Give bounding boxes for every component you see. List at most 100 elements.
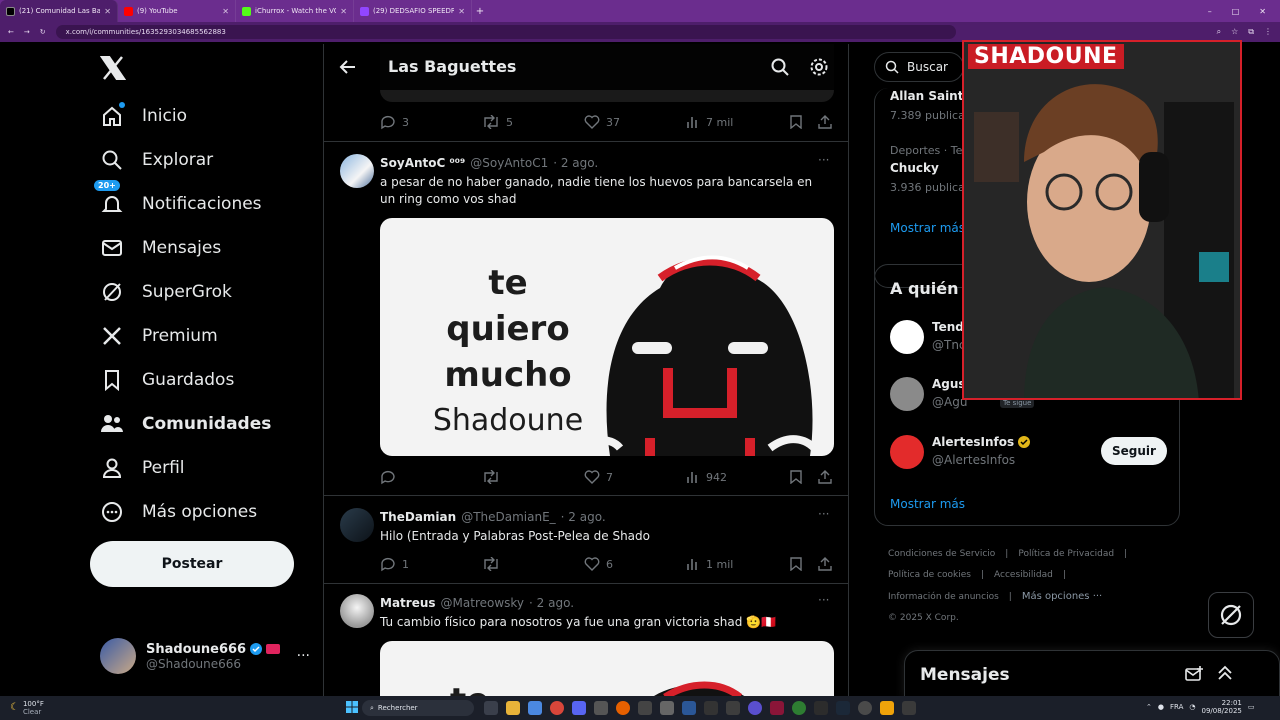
chrome-icon[interactable] [550,701,564,715]
views-button[interactable]: 942 [686,470,790,484]
author-name[interactable]: Matreus [380,596,436,610]
app-icon[interactable] [528,701,542,715]
app-icon[interactable] [814,701,828,715]
share-button[interactable] [818,115,832,129]
forward-nav-icon[interactable]: → [24,28,30,36]
back-nav-icon[interactable]: ← [8,28,14,36]
close-window-icon[interactable]: ✕ [1259,7,1266,16]
footer-link[interactable]: Condiciones de Servicio [888,549,995,559]
footer-link[interactable]: Política de cookies [888,570,971,580]
expand-up-icon[interactable] [1217,665,1233,681]
app-icon[interactable] [858,701,872,715]
sidebar-item-inicio[interactable]: Inicio [100,102,187,128]
author-name[interactable]: SoyAntoC ⁰⁰⁹ [380,156,465,170]
show-more-link[interactable]: Mostrar más [890,497,965,511]
close-tab-icon[interactable]: ✕ [458,7,465,16]
notifications-icon[interactable]: ▭ [1248,703,1255,711]
more-dots-icon[interactable]: ··· [818,507,829,521]
discord-icon[interactable] [572,701,586,715]
reply-button[interactable]: 3 [380,114,482,130]
browser-tab[interactable]: iChurrox - Watch the VOD on K ✕ [236,0,354,22]
extensions-icon[interactable]: ⧉ [1248,27,1254,37]
mic-icon[interactable]: ● [1158,703,1164,711]
like-button[interactable]: 7 [584,470,686,484]
browser-tab[interactable]: (9) YouTube ✕ [118,0,236,22]
tweet-time[interactable]: · 2 ago. [553,156,598,170]
clock[interactable]: 22:01 09/08/2025 [1202,699,1242,715]
tweet-image[interactable]: te [380,641,834,696]
browser-tab[interactable]: (21) Comunidad Las Baguettes ✕ [0,0,118,22]
show-more-link[interactable]: Mostrar más [890,221,965,235]
avatar[interactable] [340,508,374,542]
messages-drawer[interactable]: Mensajes [904,650,1280,698]
account-switcher[interactable]: Shadoune666 @Shadoune666 ··· [100,638,310,674]
retweet-button[interactable] [482,470,584,484]
app-icon[interactable] [880,701,894,715]
app-icon[interactable] [660,701,674,715]
sidebar-item-explorar[interactable]: Explorar [100,148,213,172]
sidebar-item-mensajes[interactable]: Mensajes [100,236,221,260]
gear-icon[interactable] [809,57,829,77]
trend-name[interactable]: Allan Saint- [890,89,968,103]
reply-button[interactable]: 1 [380,556,482,572]
avatar[interactable] [340,154,374,188]
more-dots-icon[interactable]: ··· [818,593,829,607]
url-field[interactable]: x.com/i/communities/1635293034685562883 [55,25,956,39]
views-button[interactable]: 7 mil [686,115,790,129]
search-input[interactable]: Buscar [874,52,964,82]
firefox-icon[interactable] [616,701,630,715]
author-handle[interactable]: @SoyAntoC1 [470,156,548,170]
share-button[interactable] [818,557,832,571]
like-button[interactable]: 6 [584,557,686,571]
close-tab-icon[interactable]: ✕ [340,7,347,16]
close-tab-icon[interactable]: ✕ [222,7,229,16]
views-button[interactable]: 1 mil [686,557,790,571]
tweet-time[interactable]: · 2 ago. [529,596,574,610]
file-explorer-icon[interactable] [506,701,520,715]
follow-button[interactable]: Seguir [1101,437,1167,465]
footer-link[interactable]: Política de Privacidad [1018,549,1114,559]
sidebar-item-comunidades[interactable]: Comunidades [100,412,271,436]
bookmark-button[interactable] [790,557,818,571]
compose-message-icon[interactable] [1185,666,1203,682]
task-view-icon[interactable] [484,701,498,715]
app-icon[interactable] [748,701,762,715]
reload-icon[interactable]: ↻ [40,28,46,36]
sidebar-item-perfil[interactable]: Perfil [100,456,185,480]
minimize-icon[interactable]: – [1208,7,1212,16]
sidebar-item-premium[interactable]: Premium [100,324,218,348]
search-icon[interactable] [770,57,790,77]
app-icon[interactable] [770,701,784,715]
sidebar-item-mas-opciones[interactable]: Más opciones [100,500,257,524]
app-icon[interactable] [726,701,740,715]
x-logo-icon[interactable] [100,56,126,80]
app-icon[interactable] [682,701,696,715]
network-icon[interactable]: ◔ [1189,703,1195,711]
windows-start-icon[interactable] [346,701,358,713]
steam-icon[interactable] [836,701,850,715]
post-button[interactable]: Postear [90,541,294,587]
tweet-image[interactable]: te quiero mucho Shadoune [380,218,834,456]
retweet-button[interactable] [482,557,584,571]
app-icon[interactable] [638,701,652,715]
author-handle[interactable]: @TheDamianE_ [461,510,555,524]
close-tab-icon[interactable]: ✕ [104,7,111,16]
taskbar-search[interactable]: ⌕ Rechercher [362,700,474,716]
bookmark-button[interactable] [790,115,818,129]
sidebar-item-notificaciones[interactable]: 20+ Notificaciones [94,180,262,216]
sidebar-item-guardados[interactable]: Guardados [100,368,234,392]
more-dots-icon[interactable]: ··· [297,648,310,664]
footer-link[interactable]: Información de anuncios [888,592,999,602]
share-button[interactable] [818,470,832,484]
app-icon[interactable] [902,701,916,715]
avatar[interactable] [340,594,374,628]
author-name[interactable]: TheDamian [380,510,456,524]
maximize-icon[interactable]: □ [1232,7,1240,16]
bookmark-button[interactable] [790,470,818,484]
footer-link[interactable]: Accesibilidad [994,570,1053,580]
zoom-icon[interactable]: ⌕ [1217,27,1221,37]
back-arrow-icon[interactable] [338,57,358,77]
language-indicator[interactable]: FRA [1170,703,1183,711]
new-tab-icon[interactable]: + [472,6,488,17]
trend-name[interactable]: Chucky [890,161,939,175]
